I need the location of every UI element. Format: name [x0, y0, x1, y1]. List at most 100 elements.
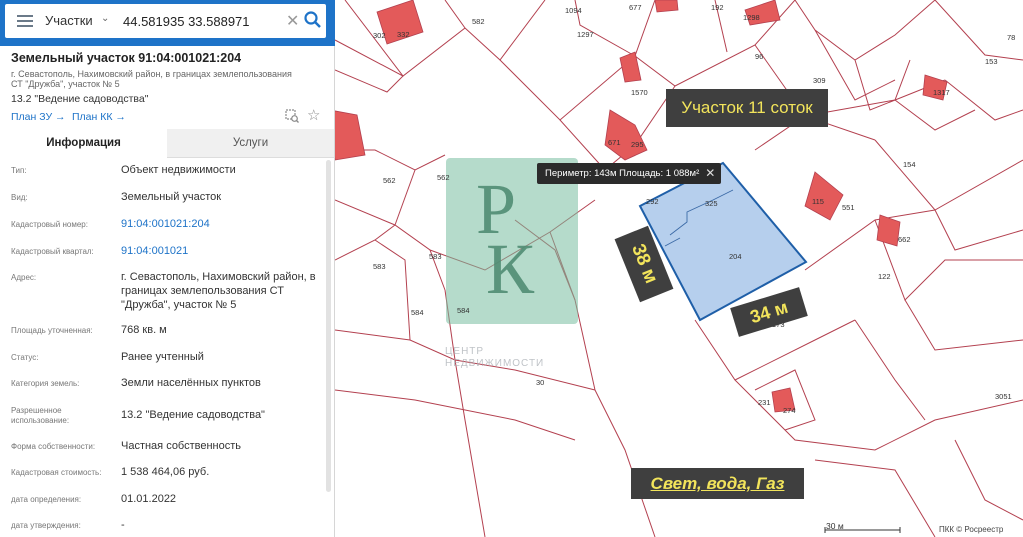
lot-number: 274 — [783, 406, 796, 415]
lot-number: 3051 — [995, 392, 1012, 401]
lot-number: 302 — [373, 31, 386, 40]
plan-zu-label: План ЗУ — [11, 111, 53, 123]
lot-number: 115 — [812, 197, 824, 206]
attribute-value: г. Севастополь, Нахимовский район, в гра… — [121, 271, 316, 311]
plan-zu-link[interactable]: План ЗУ → — [11, 111, 66, 123]
attribute-row: Разрешенное использование: 13.2 "Ведение … — [0, 406, 326, 432]
lot-number: 562 — [383, 176, 396, 185]
attribute-row: Статус: Ранее учтенный — [0, 350, 326, 370]
lot-number: 231 — [758, 398, 771, 407]
attribute-label: Кадастровый номер: — [11, 220, 88, 229]
attribute-label: Кадастровый квартал: — [11, 247, 94, 256]
lot-number: 583 — [429, 252, 442, 261]
lot-number: 562 — [437, 173, 450, 182]
attribute-row: дата утверждения: - — [0, 518, 326, 537]
attribute-label: Категория земель: — [11, 379, 80, 388]
copyright: ПКК © Росреестр — [939, 525, 1004, 534]
attribute-value: - — [121, 519, 125, 531]
lot-number: 1094 — [565, 6, 582, 15]
attribute-value: Земельный участок — [121, 191, 222, 203]
utilities-label: Свет, вода, Газ — [631, 468, 804, 499]
plan-kk-link[interactable]: План КК → — [72, 111, 126, 123]
plan-kk-label: План КК — [72, 111, 113, 123]
arrow-right-icon: → — [115, 111, 126, 123]
attribute-row: Площадь уточненная: 768 кв. м — [0, 323, 326, 343]
attribute-label: Статус: — [11, 353, 39, 362]
scale-label: 30 м — [826, 521, 844, 531]
attribute-label: дата утверждения: — [11, 521, 81, 530]
lot-number: 1570 — [631, 88, 648, 97]
lot-number: 309 — [813, 76, 826, 85]
lot-number: 78 — [1007, 33, 1016, 42]
menu-icon[interactable] — [17, 15, 33, 27]
parcel-title: Земельный участок 91:04:001021:204 — [11, 51, 242, 65]
lot-number: 30 — [536, 378, 545, 387]
attribute-row: дата определения: 01.01.2022 — [0, 492, 326, 512]
lot-number: 1317 — [933, 88, 950, 97]
attribute-row: Адрес: г. Севастополь, Нахимовский район,… — [0, 270, 326, 315]
lot-number: 332 — [397, 30, 410, 39]
attribute-row: Категория земель: Земли населённых пункто… — [0, 376, 326, 396]
parcel-address: г. Севастополь, Нахимовский район, в гра… — [11, 69, 292, 89]
tab-services[interactable]: Услуги — [167, 129, 334, 158]
attribute-label: дата определения: — [11, 495, 82, 504]
attribute-value: 768 кв. м — [121, 324, 167, 336]
attribute-row: Тип: Объект недвижимости — [0, 163, 326, 183]
measure-tooltip: Периметр: 143м Площадь: 1 088м² ✕ — [537, 163, 722, 184]
search-bar: Участки ⌄ ✕ — [0, 0, 347, 46]
attribute-value: Объект недвижимости — [121, 164, 236, 176]
star-icon[interactable]: ☆ — [307, 106, 320, 124]
cadastral-map — [335, 0, 1023, 537]
map[interactable]: Р К ЦЕНТР НЕДВИЖИМОСТИ 302 332 1297 582 1094 6… — [335, 0, 1023, 537]
close-icon[interactable]: ✕ — [286, 11, 299, 31]
lot-number: 584 — [411, 308, 424, 317]
attribute-label: Форма собственности: — [11, 442, 96, 451]
area-measure-icon[interactable] — [285, 109, 299, 123]
attribute-value: 1 538 464,06 руб. — [121, 466, 210, 478]
lot-number: 582 — [472, 17, 485, 26]
attribute-label: Разрешенное использование: — [11, 406, 70, 425]
parcel-use: 13.2 "Ведение садоводства" — [11, 93, 149, 105]
attribute-label: Кадастровая стоимость: — [11, 468, 102, 477]
attribute-row: Форма собственности: Частная собственност… — [0, 439, 326, 459]
lot-number: 677 — [629, 3, 642, 12]
lot-number: 325 — [705, 199, 718, 208]
lot-number: 1297 — [577, 30, 594, 39]
attribute-value-link[interactable]: 91:04:001021:204 — [121, 217, 321, 231]
lot-number: 583 — [373, 262, 386, 271]
attribute-row: Вид: Земельный участок — [0, 190, 326, 210]
tab-info[interactable]: Информация — [0, 129, 167, 158]
close-icon[interactable]: ✕ — [705, 163, 715, 184]
lot-number: 204 — [729, 252, 742, 261]
attribute-label: Вид: — [11, 193, 28, 202]
attribute-value: Частная собственность — [121, 440, 242, 452]
chevron-down-icon[interactable]: ⌄ — [101, 13, 109, 24]
lot-number: 295 — [631, 140, 644, 149]
attribute-row: Кадастровая стоимость: 1 538 464,06 руб. — [0, 465, 326, 485]
lot-number: 662 — [898, 235, 911, 244]
lot-number: 551 — [842, 203, 855, 212]
attribute-label: Адрес: — [11, 273, 37, 282]
lot-number: 153 — [985, 57, 998, 66]
lot-number: 292 — [646, 197, 659, 206]
attribute-label: Тип: — [11, 166, 27, 175]
lot-number: 1298 — [743, 13, 760, 22]
lot-number: 584 — [457, 306, 470, 315]
search-input[interactable] — [123, 10, 283, 32]
attribute-value: 13.2 "Ведение садоводства" — [121, 409, 265, 421]
attribute-value: 01.01.2022 — [121, 493, 177, 505]
tabs: Информация Услуги — [0, 129, 334, 158]
measure-text: Периметр: 143м Площадь: 1 088м² — [545, 168, 700, 179]
lot-number: 671 — [608, 138, 621, 147]
area-label: Участок 11 соток — [666, 89, 828, 127]
attribute-label: Площадь уточненная: — [11, 326, 93, 335]
search-type-select[interactable]: Участки — [45, 13, 93, 28]
lot-number: 154 — [903, 160, 916, 169]
attribute-row: Кадастровый квартал: 91:04:001021 — [0, 244, 326, 264]
watermark-letter-k: К — [486, 229, 535, 309]
search-icon[interactable] — [303, 10, 323, 30]
attribute-value: Земли населённых пунктов — [121, 377, 261, 389]
scrollbar[interactable] — [326, 160, 331, 492]
attribute-row: Кадастровый номер: 91:04:001021:204 — [0, 217, 326, 237]
attribute-value-link[interactable]: 91:04:001021 — [121, 244, 321, 258]
